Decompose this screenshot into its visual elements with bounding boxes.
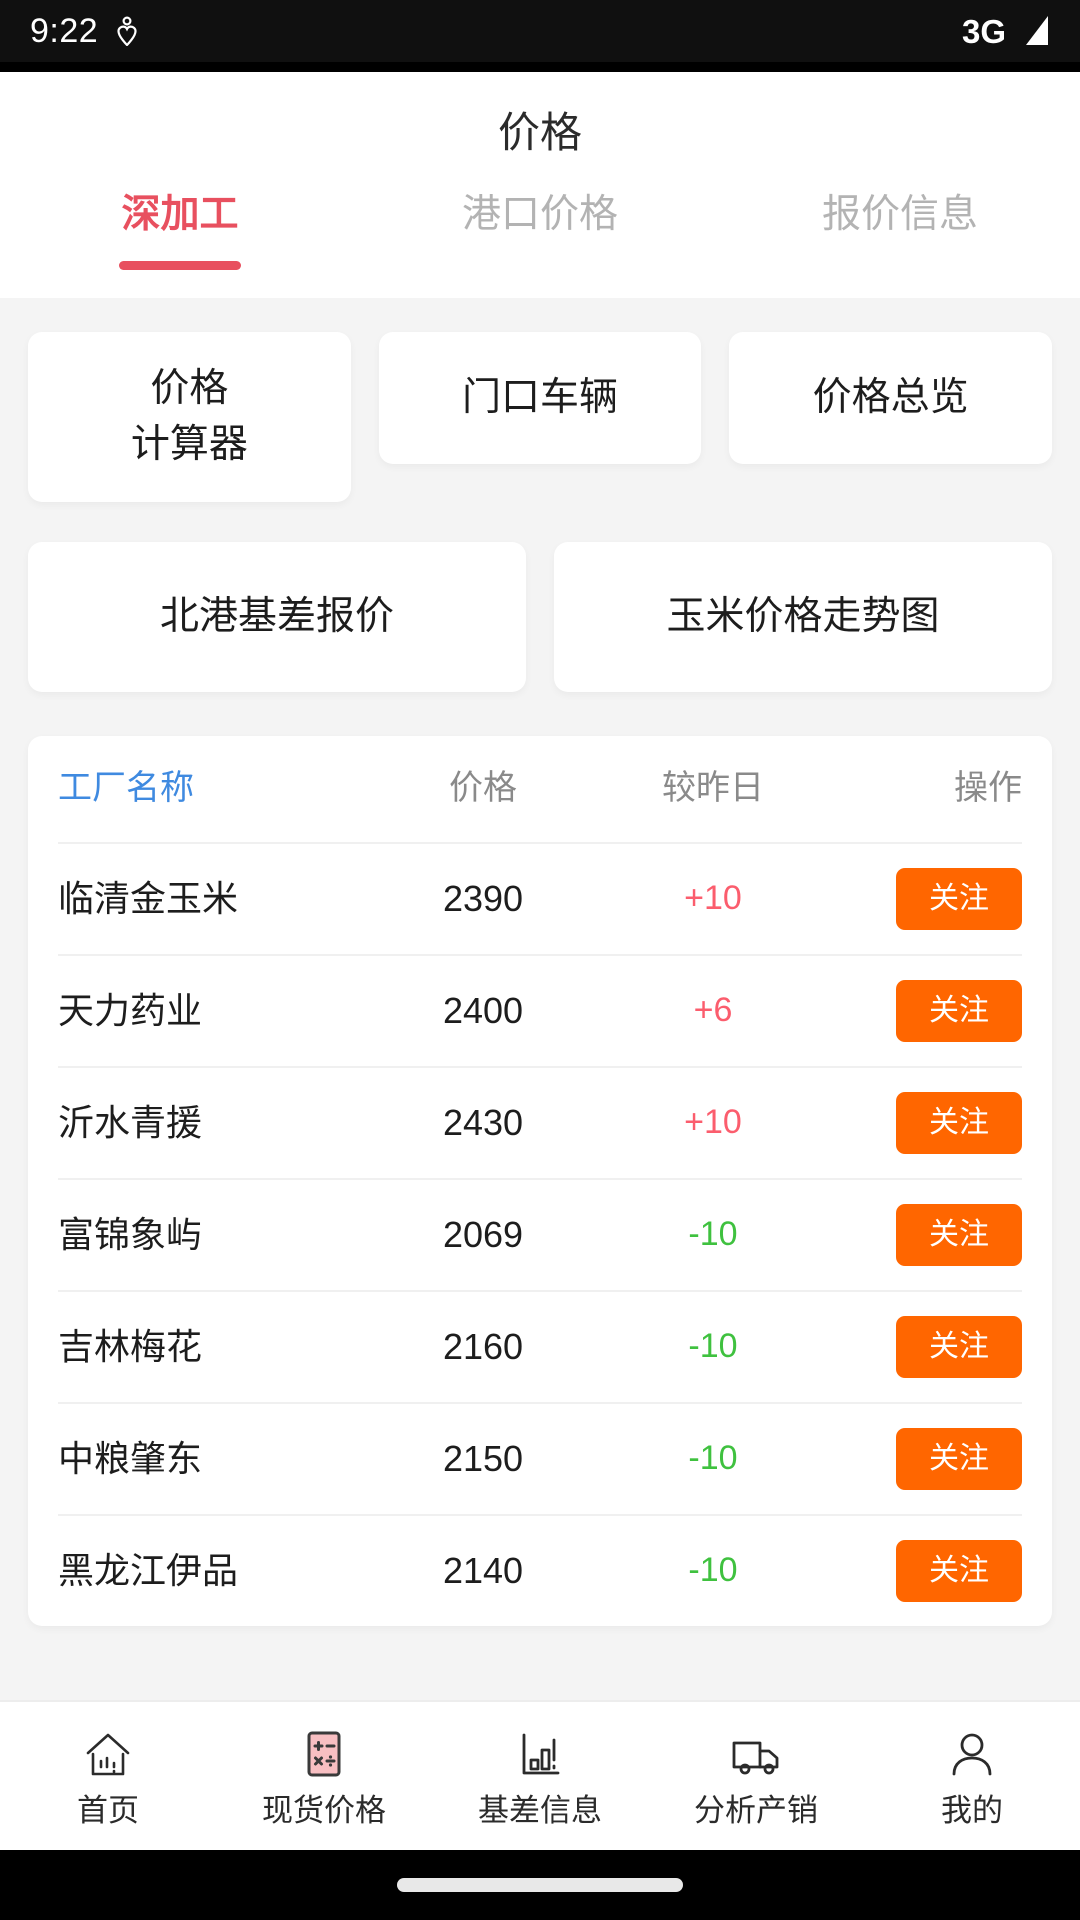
nav-item-home[interactable]: 首页 <box>0 1727 216 1826</box>
truck-icon <box>728 1727 784 1783</box>
cell-change-vs-yesterday: +10 <box>684 879 742 918</box>
status-bar-spacer <box>0 62 1080 72</box>
tab-bar: 深加工 港口价格 报价信息 <box>0 190 1080 298</box>
cell-price: 2160 <box>442 1326 524 1368</box>
cell-factory-name: 天力药业 <box>58 990 203 1032</box>
tab-label: 报价信息 <box>821 193 978 237</box>
nav-label: 分析产销 <box>694 1792 818 1828</box>
page-body: 价格 计算器 门口车辆 价格总览 北港基差报价 玉米价格走势图 工厂名称 价格 … <box>0 298 1080 1700</box>
cell-action: 关注 <box>828 1428 1022 1491</box>
person-icon <box>944 1727 1000 1783</box>
home-icon <box>80 1727 136 1783</box>
cell-action: 关注 <box>828 1540 1022 1603</box>
tab-label: 深加工 <box>121 193 239 237</box>
shortcut-corn-price-trend-chart[interactable]: 玉米价格走势图 <box>554 542 1052 693</box>
cell-action: 关注 <box>828 980 1022 1043</box>
cell-change-vs-yesterday: +10 <box>684 1103 742 1142</box>
follow-button[interactable]: 关注 <box>896 1092 1022 1155</box>
nav-label: 基差信息 <box>478 1792 602 1828</box>
cell-factory-name: 黑龙江伊品 <box>58 1550 239 1592</box>
shortcut-label: 门口车辆 <box>462 375 619 419</box>
cell-action: 关注 <box>828 1092 1022 1155</box>
nav-label: 现货价格 <box>262 1792 386 1828</box>
nav-item-spot-price[interactable]: 现货价格 <box>216 1727 432 1826</box>
column-header-price: 价格 <box>449 769 517 808</box>
follow-button[interactable]: 关注 <box>896 1204 1022 1267</box>
tab-port-price[interactable]: 港口价格 <box>360 190 720 292</box>
bar-chart-icon <box>512 1727 568 1783</box>
bottom-navigation: 首页 现货价格 基差信息 分析产销 我的 <box>0 1700 1080 1850</box>
status-bar-left: 9:22 <box>30 14 138 48</box>
cell-factory-name: 吉林梅花 <box>58 1326 203 1368</box>
column-header-factory-name[interactable]: 工厂名称 <box>58 770 368 808</box>
table-row[interactable]: 天力药业 2400 +6 关注 <box>58 954 1022 1066</box>
table-row[interactable]: 中粮肇东 2150 -10 关注 <box>58 1402 1022 1514</box>
cell-factory-name: 中粮肇东 <box>58 1438 203 1480</box>
cell-action: 关注 <box>828 868 1022 931</box>
factory-price-table: 工厂名称 价格 较昨日 操作 临清金玉米 2390 +10 关注 天力药业 2400 +6 关… <box>28 736 1052 1627</box>
follow-button[interactable]: 关注 <box>896 868 1022 931</box>
shortcut-price-calculator[interactable]: 价格 计算器 <box>28 332 351 503</box>
cell-price: 2390 <box>442 878 524 920</box>
follow-button[interactable]: 关注 <box>896 1428 1022 1491</box>
tab-active-indicator <box>119 261 241 271</box>
shortcut-row-1: 价格 计算器 门口车辆 价格总览 <box>28 298 1053 503</box>
app-root: 9:22 3G 价格 深加工 港口价格 报价信息 价格 计算器 门口车辆 价格总… <box>0 0 1080 1920</box>
shortcut-gate-vehicles[interactable]: 门口车辆 <box>378 332 702 465</box>
signal-triangle-icon <box>1018 15 1052 47</box>
page-header: 价格 深加工 港口价格 报价信息 <box>0 72 1080 299</box>
status-bar-right: 3G <box>962 15 1052 48</box>
column-header-change: 较昨日 <box>662 769 764 808</box>
network-type-label: 3G <box>961 12 1006 50</box>
shortcut-north-port-basis-quote[interactable]: 北港基差报价 <box>28 542 526 693</box>
nav-item-basis-info[interactable]: 基差信息 <box>432 1727 648 1826</box>
table-row[interactable]: 临清金玉米 2390 +10 关注 <box>58 842 1022 954</box>
heart-pin-icon <box>116 16 138 46</box>
table-header-row: 工厂名称 价格 较昨日 操作 <box>58 736 1022 842</box>
follow-button[interactable]: 关注 <box>896 980 1022 1043</box>
cell-price: 2400 <box>442 990 524 1032</box>
cell-action: 关注 <box>828 1204 1022 1267</box>
cell-price: 2140 <box>442 1550 524 1592</box>
table-body: 临清金玉米 2390 +10 关注 天力药业 2400 +6 关注 沂水青援 2430 +10 关注富… <box>58 842 1022 1626</box>
nav-item-analysis-production-sales[interactable]: 分析产销 <box>648 1727 864 1826</box>
tab-label: 港口价格 <box>461 193 618 237</box>
cell-change-vs-yesterday: -10 <box>688 1215 738 1254</box>
shortcut-row-2: 北港基差报价 玉米价格走势图 <box>28 502 1052 693</box>
shortcut-label: 价格总览 <box>812 375 969 419</box>
nav-label: 首页 <box>77 1792 139 1828</box>
table-row[interactable]: 沂水青援 2430 +10 关注 <box>58 1066 1022 1178</box>
tab-deep-processing[interactable]: 深加工 <box>0 190 360 292</box>
cell-change-vs-yesterday: -10 <box>688 1551 738 1590</box>
nav-item-profile[interactable]: 我的 <box>864 1727 1080 1826</box>
column-header-action: 操作 <box>954 769 1022 808</box>
follow-button[interactable]: 关注 <box>896 1316 1022 1379</box>
table-row[interactable]: 吉林梅花 2160 -10 关注 <box>58 1290 1022 1402</box>
status-time: 9:22 <box>30 12 99 50</box>
table-row[interactable]: 富锦象屿 2069 -10 关注 <box>58 1178 1022 1290</box>
nav-label: 我的 <box>941 1792 1003 1828</box>
shortcut-label: 价格 计算器 <box>130 366 248 467</box>
table-row[interactable]: 黑龙江伊品 2140 -10 关注 <box>58 1514 1022 1626</box>
shortcut-price-overview[interactable]: 价格总览 <box>729 332 1053 465</box>
cell-price: 2069 <box>442 1214 524 1256</box>
shortcut-label: 玉米价格走势图 <box>666 594 940 638</box>
cell-factory-name: 沂水青援 <box>58 1102 203 1144</box>
cell-change-vs-yesterday: -10 <box>688 1327 738 1366</box>
tab-quote-info[interactable]: 报价信息 <box>720 190 1080 292</box>
home-indicator[interactable] <box>397 1878 683 1892</box>
cell-price: 2150 <box>442 1438 524 1480</box>
cell-action: 关注 <box>828 1316 1022 1379</box>
cell-change-vs-yesterday: +6 <box>693 991 733 1030</box>
calculator-icon <box>296 1727 352 1783</box>
cell-change-vs-yesterday: -10 <box>688 1439 738 1478</box>
page-title: 价格 <box>497 109 582 156</box>
system-gesture-bar <box>0 1850 1080 1920</box>
cell-factory-name: 富锦象屿 <box>58 1214 203 1256</box>
shortcut-label: 北港基差报价 <box>159 594 394 638</box>
cell-factory-name: 临清金玉米 <box>58 878 239 920</box>
cell-price: 2430 <box>442 1102 524 1144</box>
status-bar: 9:22 3G <box>0 0 1080 62</box>
follow-button[interactable]: 关注 <box>896 1540 1022 1603</box>
